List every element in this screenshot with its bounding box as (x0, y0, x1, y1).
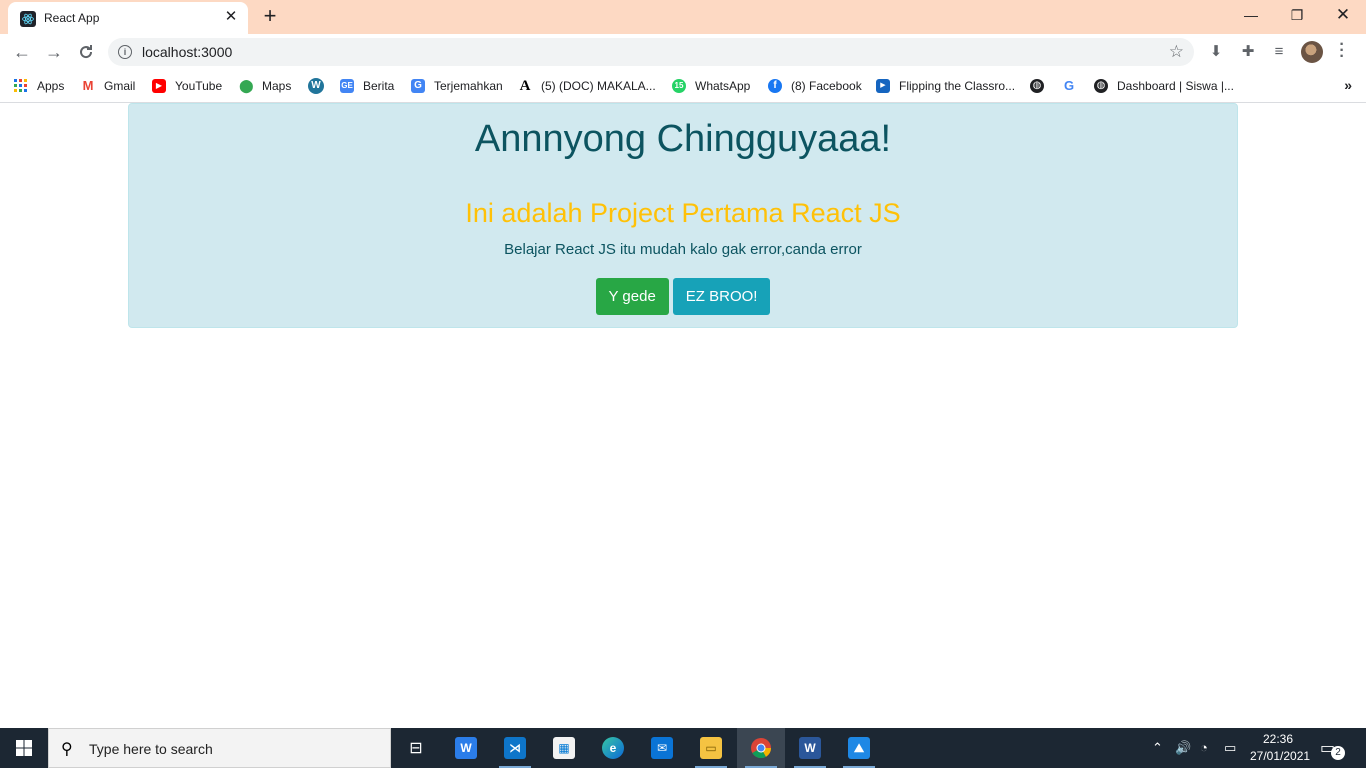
youtube-icon: ▶ (152, 79, 166, 93)
globe-icon: ◍ (1030, 79, 1044, 93)
y-gede-button[interactable]: Y gede (595, 278, 669, 315)
academia-icon: A (519, 78, 531, 94)
wordpress-icon: W (308, 78, 324, 94)
bookmark-maps[interactable]: ⬤ Maps (239, 77, 291, 95)
new-tab-button[interactable]: + (258, 5, 282, 29)
gmail-icon: M (82, 78, 94, 93)
clock-date: 27/01/2021 (1250, 749, 1311, 763)
photos-icon[interactable]: ⛰ (835, 728, 883, 768)
bookmark-wordpress[interactable]: W (308, 77, 333, 95)
file-explorer-icon[interactable]: ▭ (687, 728, 735, 768)
bookmark-flipping-classroom[interactable]: ▶ Flipping the Classro... (876, 77, 1015, 95)
windows-start-icon[interactable] (0, 728, 48, 768)
page-heading: Annnyong Chingguyaaa! (474, 118, 892, 160)
react-icon (20, 11, 36, 27)
search-placeholder: Type here to search (89, 741, 213, 757)
profile-avatar[interactable] (1301, 41, 1323, 63)
maps-pin-icon: ⬤ (239, 78, 254, 93)
facebook-icon: f (768, 79, 782, 93)
wifi-icon[interactable]: ◔ (1200, 740, 1208, 755)
search-icon: ⚲ (61, 741, 73, 758)
bookmark-academia[interactable]: A (5) (DOC) MAKALA... (518, 77, 656, 95)
apps-grid-icon (14, 79, 28, 93)
bookmark-google[interactable]: G (1062, 77, 1085, 95)
bookmark-berita[interactable]: GE Berita (340, 77, 394, 95)
system-clock[interactable]: 22:36 27/01/2021 (1250, 731, 1311, 765)
download-icon[interactable]: ⬇ (1207, 43, 1225, 61)
tab-strip: React App ✕ + — ❐ ✕ (0, 0, 1366, 34)
close-window-icon[interactable]: ✕ (1320, 0, 1366, 30)
bookmark-dashboard-siswa[interactable]: ◍ Dashboard | Siswa |... (1094, 77, 1234, 95)
notification-center-icon[interactable]: ▭ 2 (1320, 738, 1345, 760)
bookmarks-bar: Apps M Gmail ▶ YouTube ⬤ Maps W GE Berit… (0, 70, 1366, 103)
task-view-icon[interactable]: ⊟ (392, 728, 440, 768)
url-text: localhost:3000 (142, 44, 233, 60)
bookmark-star-icon[interactable]: ☆ (1169, 42, 1184, 62)
bookmarks-overflow-icon[interactable]: » (1344, 77, 1352, 93)
taskbar-search-input[interactable]: ⚲ Type here to search (48, 728, 391, 768)
bookmark-globe[interactable]: ◍ (1030, 77, 1053, 95)
chevron-up-icon[interactable]: ⌃ (1152, 740, 1163, 756)
bookmark-whatsapp[interactable]: 15 WhatsApp (672, 77, 750, 95)
bookmark-youtube[interactable]: ▶ YouTube (152, 77, 222, 95)
button-row: Y gede EZ BROO! (129, 278, 1237, 315)
ez-broo-button[interactable]: EZ BROO! (672, 278, 771, 315)
jumbotron-panel: Annnyong Chingguyaaa! Ini adalah Project… (128, 103, 1238, 328)
tab-title: React App (44, 11, 100, 25)
tab-close-icon[interactable]: ✕ (222, 8, 240, 26)
extensions-puzzle-icon[interactable]: ✚ (1239, 43, 1257, 61)
tab-react-app[interactable]: React App ✕ (8, 2, 248, 34)
menu-kebab-icon[interactable]: · · · (1338, 37, 1346, 65)
browser-toolbar: ← → i localhost:3000 ☆ ⬇ ✚ ≡ · · · (0, 34, 1366, 70)
site-info-icon[interactable]: i (118, 45, 132, 59)
microsoft-store-icon[interactable]: ▦ (540, 728, 588, 768)
media-playlist-icon[interactable]: ≡ (1270, 43, 1288, 61)
windows-taskbar: ⚲ Type here to search ⊟ W ⋊ ▦ e ✉ ▭ W ⛰ … (0, 728, 1366, 768)
chrome-icon[interactable] (737, 728, 785, 768)
wps-office-icon[interactable]: W (442, 728, 490, 768)
back-icon[interactable]: ← (8, 38, 36, 66)
minimize-icon[interactable]: — (1228, 0, 1274, 30)
bookmark-facebook[interactable]: f (8) Facebook (768, 77, 862, 95)
volume-icon[interactable]: 🔊 (1175, 740, 1191, 756)
edge-icon[interactable]: e (589, 728, 637, 768)
vscode-icon[interactable]: ⋊ (491, 728, 539, 768)
google-icon: G (1063, 78, 1075, 93)
video-icon: ▶ (876, 79, 890, 93)
battery-icon[interactable]: ▭ (1224, 740, 1236, 756)
clock-time: 22:36 (1262, 732, 1294, 746)
restore-icon[interactable]: ❐ (1274, 0, 1320, 30)
page-subheading: Ini adalah Project Pertama React JS (465, 198, 901, 228)
whatsapp-icon: 15 (672, 79, 686, 93)
reload-icon[interactable] (72, 38, 100, 66)
bookmark-gmail[interactable]: M Gmail (81, 77, 136, 95)
notification-count: 2 (1331, 746, 1345, 760)
word-icon[interactable]: W (786, 728, 834, 768)
forward-icon[interactable]: → (40, 38, 68, 66)
address-bar[interactable]: i localhost:3000 ☆ (108, 38, 1194, 66)
mail-icon[interactable]: ✉ (638, 728, 686, 768)
bookmark-apps[interactable]: Apps (14, 77, 64, 95)
page-text: Belajar React JS itu mudah kalo gak erro… (504, 241, 862, 258)
bookmark-terjemahkan[interactable]: G Terjemahkan (411, 77, 503, 95)
google-news-icon: GE (340, 79, 354, 93)
google-translate-icon: G (411, 79, 425, 93)
globe-icon: ◍ (1094, 79, 1108, 93)
